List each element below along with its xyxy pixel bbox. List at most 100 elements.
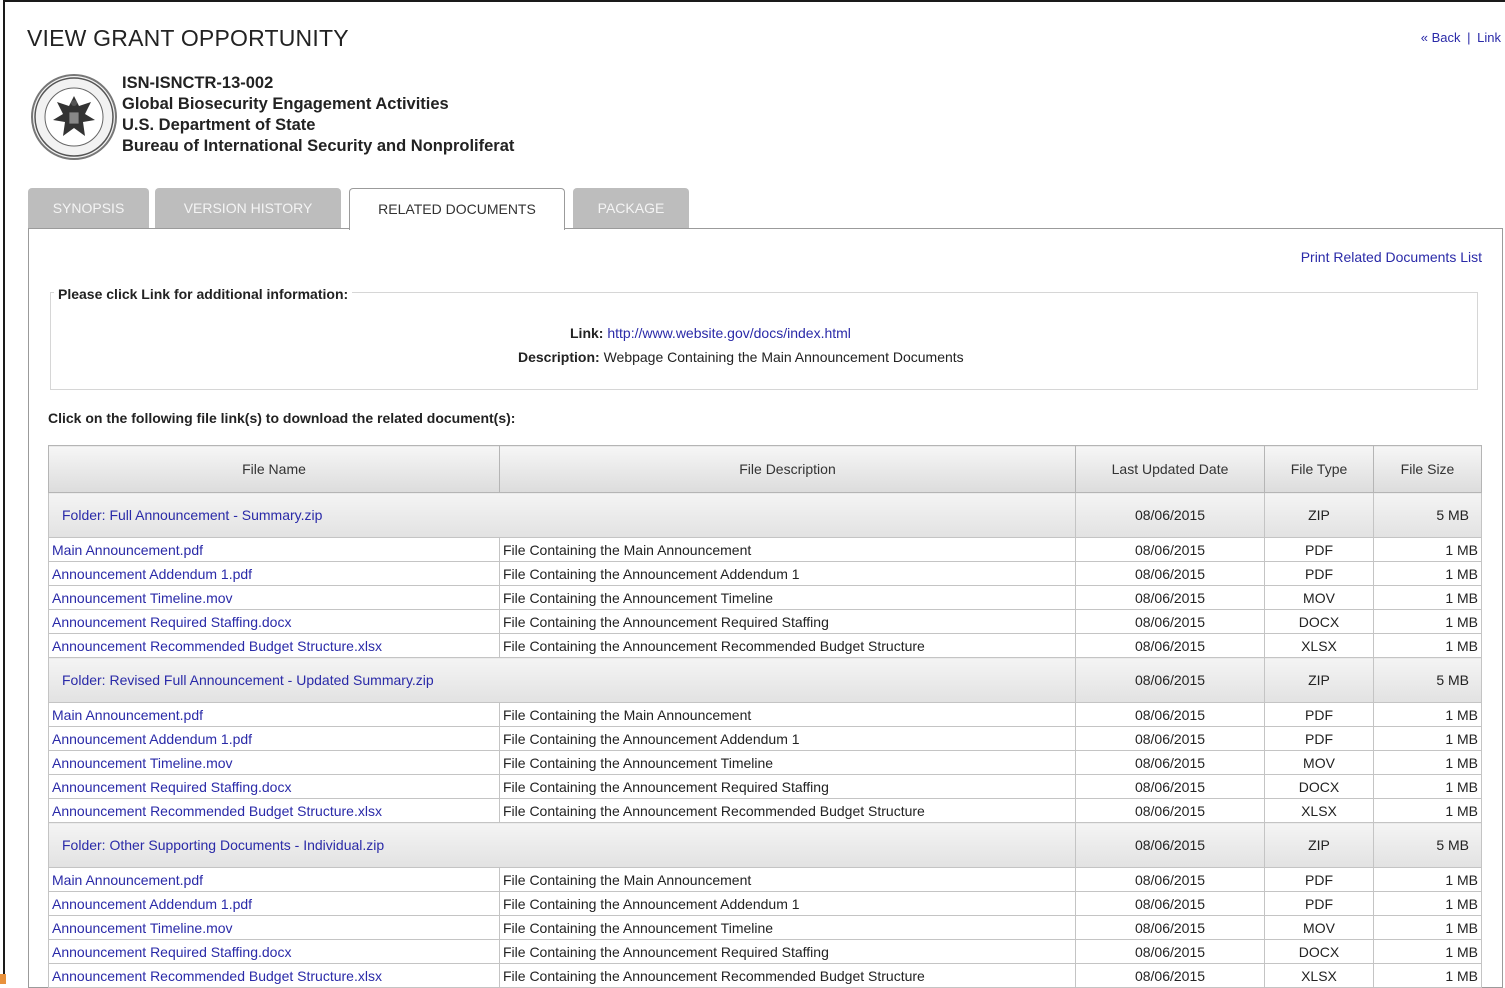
folder-row: Folder: Full Announcement - Summary.zip 0… [48, 492, 1482, 538]
column-header-file-description[interactable]: File Description [499, 445, 1076, 493]
file-description: File Containing the Main Announcement [499, 537, 1076, 562]
file-type: DOCX [1264, 609, 1374, 634]
print-related-documents-link[interactable]: Print Related Documents List [1301, 249, 1482, 265]
link-link[interactable]: Link [1477, 30, 1501, 45]
file-size: 1 MB [1373, 702, 1482, 727]
file-download-link[interactable]: Main Announcement.pdf [52, 872, 203, 888]
table-body: Folder: Full Announcement - Summary.zip 0… [48, 492, 1482, 988]
folder-download-link[interactable]: Folder: Full Announcement - Summary.zip [62, 507, 322, 523]
file-size: 1 MB [1373, 867, 1482, 892]
bureau-name: Bureau of International Security and Non… [122, 137, 515, 155]
folder-download-link[interactable]: Folder: Other Supporting Documents - Ind… [62, 837, 384, 853]
file-size: 1 MB [1373, 774, 1482, 799]
file-type: PDF [1264, 867, 1374, 892]
file-download-link[interactable]: Main Announcement.pdf [52, 707, 203, 723]
related-documents-table: File Name File Description Last Updated … [48, 445, 1482, 988]
file-download-link[interactable]: Announcement Addendum 1.pdf [52, 896, 252, 912]
file-size: 1 MB [1373, 798, 1482, 823]
column-header-file-type[interactable]: File Type [1264, 445, 1374, 493]
folder-row: Folder: Other Supporting Documents - Ind… [48, 822, 1482, 868]
folder-size: 5 MB [1373, 492, 1482, 538]
folder-date: 08/06/2015 [1075, 822, 1265, 868]
info-description-label: Description: [518, 349, 600, 365]
file-date: 08/06/2015 [1075, 726, 1265, 751]
file-size: 1 MB [1373, 939, 1482, 964]
file-download-link[interactable]: Announcement Timeline.mov [52, 755, 233, 771]
folder-date: 08/06/2015 [1075, 492, 1265, 538]
file-row: Main Announcement.pdf File Containing the… [48, 537, 1482, 562]
file-download-link[interactable]: Announcement Addendum 1.pdf [52, 566, 252, 582]
file-name-cell: Announcement Required Staffing.docx [48, 774, 500, 799]
file-name-cell: Announcement Timeline.mov [48, 750, 500, 775]
file-description: File Containing the Announcement Addendu… [499, 726, 1076, 751]
file-description: File Containing the Announcement Timelin… [499, 585, 1076, 610]
file-date: 08/06/2015 [1075, 585, 1265, 610]
tab-version-history[interactable]: VERSION HISTORY [155, 188, 341, 228]
file-date: 08/06/2015 [1075, 561, 1265, 586]
file-download-link[interactable]: Main Announcement.pdf [52, 542, 203, 558]
file-name-cell: Announcement Addendum 1.pdf [48, 726, 500, 751]
file-name-cell: Announcement Recommended Budget Structur… [48, 633, 500, 658]
additional-info-legend: Please click Link for additional informa… [54, 286, 353, 302]
download-instruction: Click on the following file link(s) to d… [48, 410, 516, 426]
top-links: « Back | Link [1421, 30, 1501, 45]
file-description: File Containing the Announcement Require… [499, 939, 1076, 964]
file-type: DOCX [1264, 939, 1374, 964]
info-link-label: Link: [570, 325, 604, 341]
file-download-link[interactable]: Announcement Recommended Budget Structur… [52, 638, 382, 654]
file-download-link[interactable]: Announcement Timeline.mov [52, 590, 233, 606]
table-header-row: File Name File Description Last Updated … [48, 445, 1482, 493]
file-date: 08/06/2015 [1075, 633, 1265, 658]
file-type: PDF [1264, 561, 1374, 586]
file-download-link[interactable]: Announcement Recommended Budget Structur… [52, 803, 382, 819]
file-size: 1 MB [1373, 915, 1482, 940]
file-name-cell: Announcement Timeline.mov [48, 585, 500, 610]
file-size: 1 MB [1373, 609, 1482, 634]
file-description: File Containing the Announcement Addendu… [499, 561, 1076, 586]
column-header-file-size[interactable]: File Size [1373, 445, 1482, 493]
file-type: XLSX [1264, 798, 1374, 823]
file-size: 1 MB [1373, 891, 1482, 916]
file-date: 08/06/2015 [1075, 939, 1265, 964]
file-date: 08/06/2015 [1075, 537, 1265, 562]
file-row: Announcement Recommended Budget Structur… [48, 798, 1482, 823]
folder-type: ZIP [1264, 657, 1374, 703]
file-type: MOV [1264, 750, 1374, 775]
tab-synopsis[interactable]: SYNOPSIS [28, 188, 149, 228]
file-type: PDF [1264, 726, 1374, 751]
folder-row: Folder: Revised Full Announcement - Upda… [48, 657, 1482, 703]
file-type: MOV [1264, 915, 1374, 940]
file-description: File Containing the Announcement Addendu… [499, 891, 1076, 916]
file-row: Main Announcement.pdf File Containing the… [48, 867, 1482, 892]
file-description: File Containing the Announcement Timelin… [499, 750, 1076, 775]
file-download-link[interactable]: Announcement Addendum 1.pdf [52, 731, 252, 747]
file-date: 08/06/2015 [1075, 867, 1265, 892]
file-description: File Containing the Announcement Recomme… [499, 798, 1076, 823]
file-download-link[interactable]: Announcement Recommended Budget Structur… [52, 968, 382, 984]
file-size: 1 MB [1373, 585, 1482, 610]
file-type: PDF [1264, 891, 1374, 916]
file-description: File Containing the Announcement Timelin… [499, 915, 1076, 940]
back-link[interactable]: « Back [1421, 30, 1461, 45]
file-description: File Containing the Main Announcement [499, 702, 1076, 727]
tab-related-documents[interactable]: RELATED DOCUMENTS [349, 188, 565, 230]
file-type: MOV [1264, 585, 1374, 610]
column-header-last-updated-date[interactable]: Last Updated Date [1075, 445, 1265, 493]
file-name-cell: Main Announcement.pdf [48, 537, 500, 562]
file-download-link[interactable]: Announcement Required Staffing.docx [52, 944, 291, 960]
file-download-link[interactable]: Announcement Timeline.mov [52, 920, 233, 936]
folder-download-link[interactable]: Folder: Revised Full Announcement - Upda… [62, 672, 434, 688]
file-date: 08/06/2015 [1075, 750, 1265, 775]
file-name-cell: Main Announcement.pdf [48, 702, 500, 727]
file-name-cell: Announcement Addendum 1.pdf [48, 891, 500, 916]
folder-date: 08/06/2015 [1075, 657, 1265, 703]
file-download-link[interactable]: Announcement Required Staffing.docx [52, 779, 291, 795]
corner-accent [0, 974, 6, 984]
file-type: DOCX [1264, 774, 1374, 799]
file-download-link[interactable]: Announcement Required Staffing.docx [52, 614, 291, 630]
folder-name-cell: Folder: Revised Full Announcement - Upda… [48, 657, 1076, 703]
info-link-url[interactable]: http://www.website.gov/docs/index.html [607, 325, 851, 341]
tab-package[interactable]: PACKAGE [573, 188, 689, 228]
column-header-file-name[interactable]: File Name [48, 445, 500, 493]
opportunity-header: ISN-ISNCTR-13-002 Global Biosecurity Eng… [122, 73, 514, 157]
